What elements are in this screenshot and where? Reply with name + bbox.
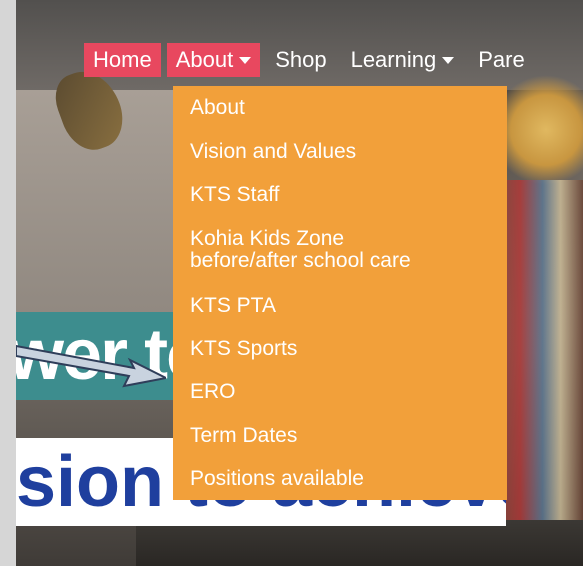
sun-artwork bbox=[496, 70, 583, 190]
dropdown-item-label: Positions available bbox=[190, 467, 364, 490]
dropdown-item-label-line2: before/after school care bbox=[190, 249, 411, 272]
about-dropdown-menu: About Vision and Values KTS Staff Kohia Kid… bbox=[173, 86, 507, 500]
nav-item-label: About bbox=[175, 47, 234, 72]
dropdown-item-label: KTS Staff bbox=[190, 183, 280, 206]
page: wer to sion to achieve HomeAboutShopLear… bbox=[0, 0, 583, 566]
nav-item-label: Shop bbox=[275, 47, 327, 72]
dropdown-item-positions-available[interactable]: Positions available bbox=[190, 468, 364, 490]
main-nav: Home About Shop Learning Pare bbox=[84, 43, 540, 77]
dropdown-item-kts-pta[interactable]: KTS PTA bbox=[190, 295, 276, 317]
dropdown-item-label: Vision and Values bbox=[190, 140, 357, 163]
caret-down-icon bbox=[239, 56, 252, 64]
nav-item-label: Pare bbox=[478, 47, 525, 72]
dropdown-item-label: KTS PTA bbox=[190, 294, 276, 317]
dropdown-item-about[interactable]: About bbox=[190, 97, 245, 119]
dropdown-item-kts-sports[interactable]: KTS Sports bbox=[190, 338, 297, 360]
dropdown-item-kts-staff[interactable]: KTS Staff bbox=[190, 184, 280, 206]
nav-item-label: Home bbox=[93, 47, 152, 72]
nav-item-learning[interactable]: Learning bbox=[342, 43, 464, 77]
nav-item-shop[interactable]: Shop bbox=[266, 43, 335, 77]
dropdown-item-label: ERO bbox=[190, 380, 236, 403]
dropdown-item-term-dates[interactable]: Term Dates bbox=[190, 425, 297, 447]
left-frame bbox=[0, 0, 16, 566]
dropdown-item-ero[interactable]: ERO bbox=[190, 381, 236, 403]
nav-item-home[interactable]: Home bbox=[84, 43, 161, 77]
caret-down-icon bbox=[442, 56, 455, 64]
nav-item-pare[interactable]: Pare bbox=[469, 43, 533, 77]
dropdown-item-label: About bbox=[190, 96, 245, 119]
dropdown-item-label: Kohia Kids Zone bbox=[190, 227, 345, 250]
nav-item-label: Learning bbox=[350, 47, 437, 72]
nav-item-about[interactable]: About bbox=[166, 43, 261, 77]
hero-floor bbox=[136, 520, 583, 566]
dropdown-item-label: KTS Sports bbox=[190, 337, 298, 360]
dropdown-item-kohia-kids-zone[interactable]: Kohia Kids Zone before/after school care bbox=[190, 228, 411, 272]
dropdown-item-label: Term Dates bbox=[190, 424, 298, 447]
dropdown-item-vision-and-values[interactable]: Vision and Values bbox=[190, 141, 356, 163]
